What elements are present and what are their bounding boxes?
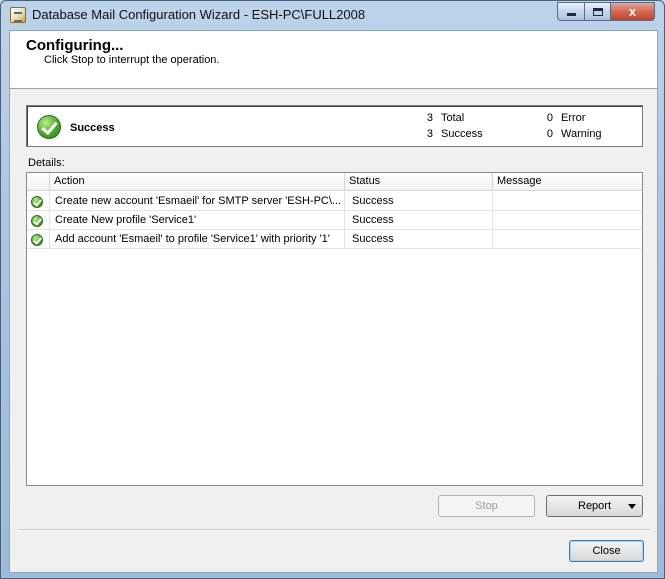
error-label: Error (561, 112, 586, 124)
report-button[interactable]: Report (546, 495, 643, 517)
total-count: 3 (426, 112, 433, 124)
summary-status: Success (70, 122, 115, 134)
details-label: Details: (28, 157, 65, 169)
action-cell: Create New profile 'Service1' (50, 211, 345, 230)
action-cell: Create new account 'Esmaeil' for SMTP se… (50, 192, 345, 211)
maximize-button[interactable] (584, 2, 611, 21)
row-icon-cell (27, 192, 50, 211)
action-cell: Add account 'Esmaeil' to profile 'Servic… (50, 230, 345, 249)
success-count: 3 (426, 128, 433, 140)
success-check-icon (31, 215, 43, 227)
warning-label: Warning (561, 128, 602, 140)
header-icon-column (27, 173, 50, 191)
success-label: Success (441, 128, 483, 140)
title-bar[interactable]: Database Mail Configuration Wizard - ESH… (1, 1, 664, 29)
table-row[interactable]: Create new account 'Esmaeil' for SMTP se… (27, 192, 642, 211)
close-button[interactable]: Close (569, 540, 644, 562)
maximize-icon (592, 7, 603, 16)
wizard-header: Configuring... Click Stop to interrupt t… (10, 31, 657, 89)
wizard-window: Database Mail Configuration Wizard - ESH… (0, 0, 665, 579)
row-icon-cell (27, 211, 50, 230)
table-row[interactable]: Create New profile 'Service1' Success (27, 211, 642, 230)
page-subtitle: Click Stop to interrupt the operation. (44, 54, 220, 66)
close-icon: x (628, 4, 637, 19)
summary-panel: Success 3 Total 3 Success 0 Error 0 Warn… (26, 105, 643, 147)
grid-header: Action Status Message (27, 173, 642, 191)
details-grid[interactable]: Action Status Message Create new account… (26, 172, 643, 486)
minimize-button[interactable] (557, 2, 585, 21)
footer-divider (18, 529, 651, 531)
window-title: Database Mail Configuration Wizard - ESH… (32, 7, 366, 22)
message-cell (493, 211, 642, 230)
page-title: Configuring... (26, 37, 124, 54)
window-close-button[interactable]: x (610, 2, 655, 21)
error-count: 0 (546, 112, 553, 124)
status-cell: Success (345, 230, 493, 249)
column-header-status[interactable]: Status (345, 173, 493, 191)
report-button-label: Report (578, 500, 612, 512)
success-check-icon (31, 234, 43, 246)
message-cell (493, 230, 642, 249)
total-label: Total (441, 112, 465, 124)
column-header-action[interactable]: Action (50, 173, 345, 191)
stop-button[interactable]: Stop (438, 495, 535, 517)
status-cell: Success (345, 192, 493, 211)
status-cell: Success (345, 211, 493, 230)
table-row[interactable]: Add account 'Esmaeil' to profile 'Servic… (27, 230, 642, 249)
success-check-icon (31, 196, 43, 208)
minimize-icon (566, 13, 576, 16)
row-icon-cell (27, 230, 50, 249)
database-mail-icon (10, 7, 26, 23)
warning-count: 0 (546, 128, 553, 140)
column-header-message[interactable]: Message (493, 173, 642, 191)
message-cell (493, 192, 642, 211)
dropdown-arrow-icon (628, 504, 636, 509)
wizard-client-area: Configuring... Click Stop to interrupt t… (9, 30, 658, 573)
success-check-icon (37, 115, 61, 139)
